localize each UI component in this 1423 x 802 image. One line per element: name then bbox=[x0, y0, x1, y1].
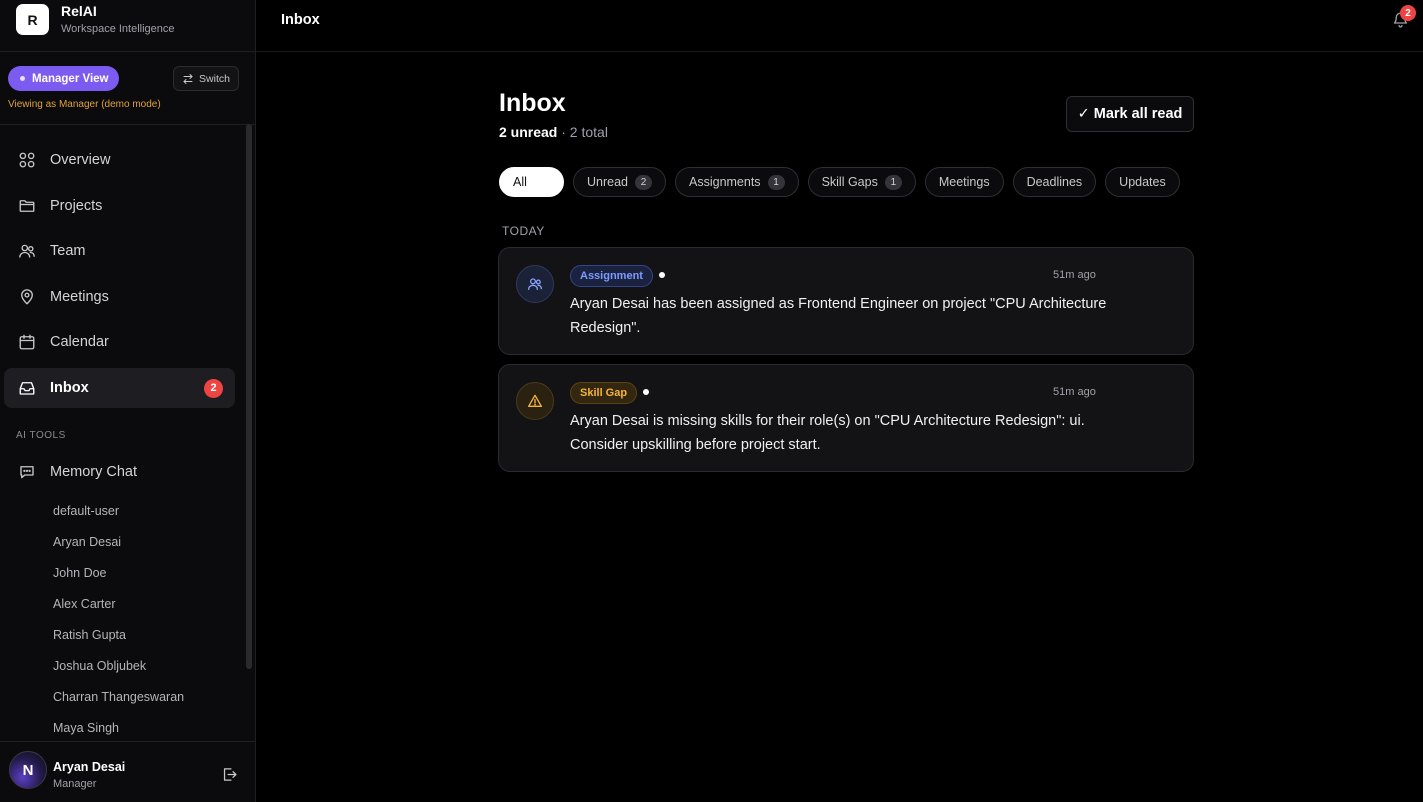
avatar[interactable]: N bbox=[9, 751, 47, 789]
sidebar-footer: N Aryan Desai Manager bbox=[0, 741, 255, 802]
mark-all-read-label: Mark all read bbox=[1093, 106, 1183, 122]
nav-item-team[interactable]: Team bbox=[4, 231, 235, 271]
user-item-charran-thangeswaran[interactable]: Charran Thangeswaran bbox=[53, 689, 184, 720]
inbox-heading: Inbox bbox=[499, 89, 566, 117]
switch-role-button[interactable]: Switch bbox=[173, 66, 239, 91]
ai-tools-heading: AI TOOLS bbox=[16, 430, 66, 441]
user-item-joshua-obljubek[interactable]: Joshua Obljubek bbox=[53, 658, 184, 689]
inbox-icon bbox=[17, 378, 36, 397]
nav-label: Overview bbox=[50, 152, 111, 168]
nav-item-inbox[interactable]: Inbox 2 bbox=[4, 367, 235, 408]
users-icon bbox=[17, 242, 36, 261]
tab-label: Deadlines bbox=[1026, 175, 1083, 189]
demo-mode-note: Viewing as Manager (demo mode) bbox=[8, 99, 161, 110]
nav-label: Projects bbox=[50, 197, 103, 214]
tab-meetings[interactable]: Meetings bbox=[924, 167, 1004, 197]
tab-count-badge: 1 bbox=[884, 174, 902, 190]
chat-bubble-icon bbox=[17, 463, 36, 482]
tab-unread[interactable]: Unread 2 bbox=[573, 167, 666, 197]
tab-label: Assignments bbox=[689, 175, 761, 189]
nav-item-memory-chat[interactable]: Memory Chat bbox=[4, 452, 235, 492]
brand-logo: R bbox=[16, 4, 49, 35]
grid-icon bbox=[17, 151, 36, 170]
users-icon bbox=[516, 265, 554, 303]
notification-type-badge: Assignment bbox=[570, 265, 653, 287]
tab-label: Unread bbox=[587, 175, 628, 189]
brand-name: RelAI bbox=[61, 3, 97, 19]
app-root: R RelAI Workspace Intelligence Manager V… bbox=[0, 0, 1423, 802]
memory-chat-users: default-user Aryan Desai John Doe Alex C… bbox=[53, 503, 184, 751]
nav-label: Inbox bbox=[50, 379, 89, 396]
tab-label: Updates bbox=[1119, 175, 1166, 189]
nav-item-meetings[interactable]: Meetings bbox=[4, 277, 235, 317]
tab-skill-gaps[interactable]: Skill Gaps 1 bbox=[807, 167, 916, 197]
notification-card[interactable]: Assignment 51m ago Aryan Desai has been … bbox=[498, 247, 1194, 355]
tab-count-badge: 2 bbox=[635, 174, 652, 190]
user-item-john-doe[interactable]: John Doe bbox=[53, 565, 184, 596]
notification-count-badge: 2 bbox=[1400, 5, 1416, 21]
current-user-name: Aryan Desai bbox=[53, 760, 126, 774]
calendar-icon bbox=[17, 333, 36, 352]
check-icon: ✓ bbox=[1077, 106, 1090, 122]
unread-indicator bbox=[643, 389, 649, 395]
user-item-default-user[interactable]: default-user bbox=[53, 503, 184, 534]
user-item-ratish-gupta[interactable]: Ratish Gupta bbox=[53, 627, 184, 658]
filter-tabs: All Unread 2 Assignments 1 Skill Gaps 1 … bbox=[499, 167, 1180, 197]
inbox-count-badge: 2 bbox=[204, 378, 223, 398]
status-dot-icon bbox=[20, 76, 25, 81]
inbox-summary: 2 unread · 2 total bbox=[499, 124, 608, 140]
page-title: Inbox bbox=[281, 12, 320, 28]
nav-label: Team bbox=[50, 243, 86, 259]
logout-icon[interactable] bbox=[221, 766, 238, 783]
unread-indicator bbox=[659, 272, 665, 278]
notification-text: Aryan Desai is missing skills for their … bbox=[570, 413, 1085, 453]
user-item-alex-carter[interactable]: Alex Carter bbox=[53, 596, 184, 627]
total-summary: · 2 total bbox=[561, 124, 608, 140]
nav-item-calendar[interactable]: Calendar bbox=[4, 322, 235, 362]
nav-label: Meetings bbox=[50, 288, 109, 305]
sidebar-scrollbar[interactable] bbox=[246, 124, 252, 669]
top-bar: Inbox 2 bbox=[256, 0, 1423, 52]
tab-label: Meetings bbox=[938, 175, 990, 189]
notification-card[interactable]: Skill Gap 51m ago Aryan Desai is missing… bbox=[498, 364, 1194, 472]
nav-label: Calendar bbox=[50, 334, 109, 350]
mark-all-read-button[interactable]: ✓ Mark all read bbox=[1066, 96, 1194, 132]
notification-time: 51m ago bbox=[1053, 269, 1096, 281]
tab-all[interactable]: All bbox=[499, 167, 564, 197]
tab-deadlines[interactable]: Deadlines bbox=[1012, 167, 1097, 197]
map-pin-icon bbox=[17, 287, 36, 306]
user-item-aryan-desai[interactable]: Aryan Desai bbox=[53, 534, 184, 565]
memory-chat-label: Memory Chat bbox=[50, 464, 138, 480]
nav-item-projects[interactable]: Projects bbox=[4, 186, 235, 226]
notification-time: 51m ago bbox=[1053, 386, 1096, 398]
brand[interactable]: R RelAI Workspace Intelligence bbox=[0, 0, 255, 52]
tab-updates[interactable]: Updates bbox=[1105, 167, 1180, 197]
nav-item-overview[interactable]: Overview bbox=[4, 140, 235, 180]
date-group-label: TODAY bbox=[502, 224, 545, 238]
manager-view-label: Manager View bbox=[32, 72, 109, 85]
switch-label: Switch bbox=[199, 72, 230, 85]
sidebar: R RelAI Workspace Intelligence Manager V… bbox=[0, 0, 256, 802]
current-user-role: Manager bbox=[53, 778, 97, 790]
unread-summary: 2 unread bbox=[499, 124, 558, 140]
tab-label: Skill Gaps bbox=[821, 175, 878, 189]
folder-icon bbox=[17, 196, 36, 215]
warning-icon bbox=[516, 382, 554, 420]
swap-icon bbox=[183, 73, 193, 84]
notification-type-badge: Skill Gap bbox=[570, 382, 638, 404]
main-nav: Overview Projects Team Meetings Calendar… bbox=[4, 140, 235, 413]
tab-label: All bbox=[513, 175, 527, 189]
tab-count-badge: 1 bbox=[767, 174, 785, 190]
notification-text: Aryan Desai has been assigned as Fronten… bbox=[570, 296, 1107, 336]
manager-view-badge[interactable]: Manager View bbox=[8, 66, 119, 91]
tab-assignments[interactable]: Assignments 1 bbox=[675, 167, 799, 197]
brand-subtitle: Workspace Intelligence bbox=[61, 23, 175, 35]
role-switcher: Manager View Switch Viewing as Manager (… bbox=[0, 52, 255, 125]
